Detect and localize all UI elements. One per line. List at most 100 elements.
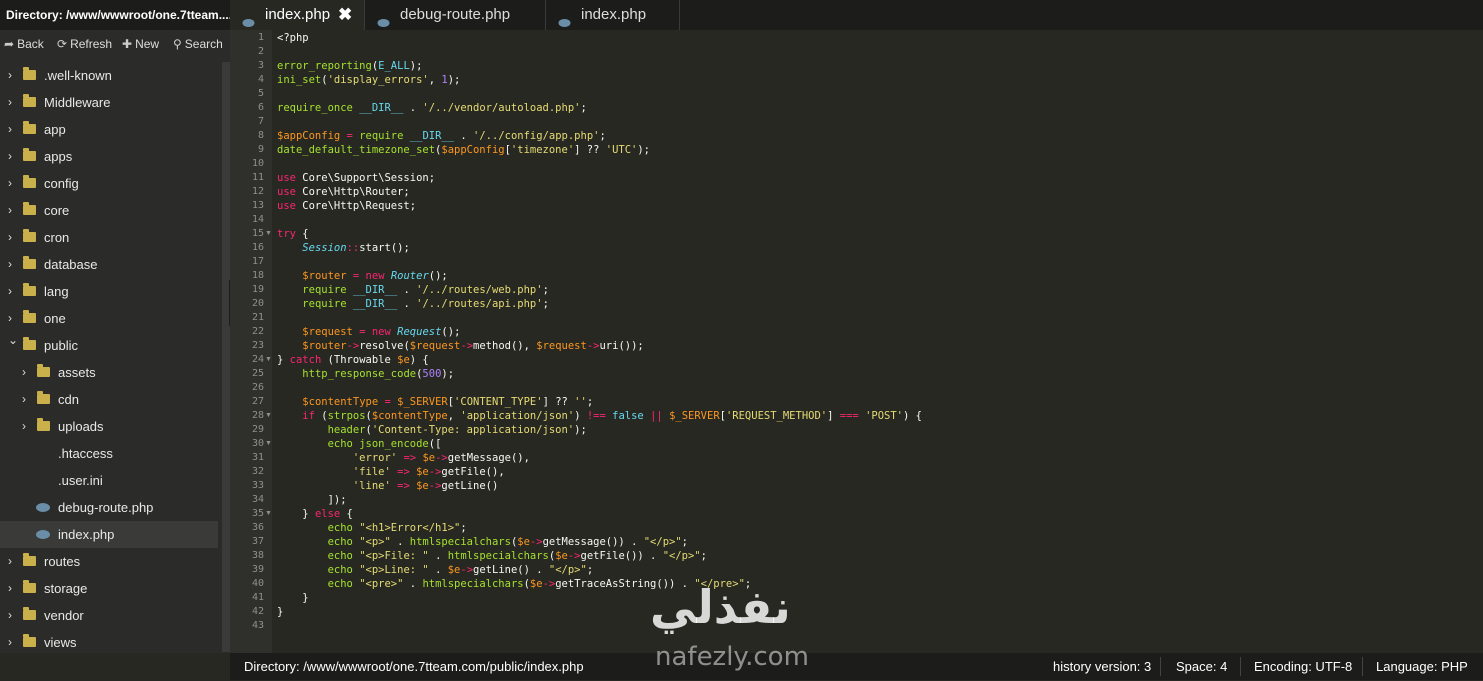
code-token: 'line' <box>352 480 391 492</box>
chevron-right-icon[interactable]: › <box>8 116 18 143</box>
status-encoding[interactable]: Encoding: UTF-8 <box>1254 653 1352 680</box>
code-token: echo <box>327 536 353 548</box>
code-token: . <box>397 284 417 296</box>
tree-item[interactable]: › apps <box>0 143 218 170</box>
refresh-icon: ⟳ <box>57 37 68 51</box>
tree-item[interactable]: › storage <box>0 575 218 602</box>
chevron-right-icon[interactable]: › <box>8 89 18 116</box>
tree-item[interactable]: index.php <box>0 521 218 548</box>
tree-item[interactable]: debug-route.php <box>0 494 218 521</box>
tree-item[interactable]: › one <box>0 305 218 332</box>
code-token: "<p>" <box>359 536 391 548</box>
tree-item[interactable]: › assets <box>0 359 218 386</box>
folder-icon <box>23 256 36 269</box>
tree-item[interactable]: › routes <box>0 548 218 575</box>
code-token: E_ALL <box>378 60 410 72</box>
line-number: 41 <box>251 592 264 603</box>
code-token: ; <box>586 564 594 576</box>
fold-toggle-icon[interactable]: ▼ <box>265 353 272 367</box>
chevron-right-icon[interactable]: › <box>22 386 32 413</box>
php-file-icon <box>377 9 390 38</box>
code-token: , <box>447 410 461 422</box>
status-language[interactable]: Language: PHP <box>1376 653 1468 680</box>
sidebar-scrollbar[interactable] <box>222 62 230 652</box>
close-tab-icon[interactable]: ✖ <box>338 0 352 29</box>
plus-icon: ✚ <box>122 37 133 51</box>
search-button[interactable]: ⚲ Search <box>173 30 223 58</box>
code-token: echo <box>327 438 353 450</box>
tree-item-label: views <box>44 635 77 650</box>
tree-item-label: index.php <box>58 527 115 542</box>
code-token: Core\Support\Session; <box>295 172 436 184</box>
code-token: !== <box>586 410 606 422</box>
tree-item[interactable]: .user.ini <box>0 467 218 494</box>
code-token: . <box>454 130 474 142</box>
line-number: 31 <box>251 452 264 463</box>
chevron-right-icon[interactable]: › <box>8 602 18 629</box>
tree-item[interactable]: › .well-known <box>0 62 218 89</box>
tree-item[interactable]: › cdn <box>0 386 218 413</box>
chevron-right-icon[interactable]: › <box>8 197 18 224</box>
tab-index-php[interactable]: index.php <box>546 0 680 30</box>
chevron-right-icon[interactable]: › <box>8 629 18 653</box>
chevron-right-icon[interactable]: › <box>22 359 32 386</box>
code-token: require <box>302 284 347 296</box>
code-line: } catch (Throwable $e) { <box>277 353 429 367</box>
tree-item[interactable]: › vendor <box>0 602 218 629</box>
tree-item[interactable]: › app <box>0 116 218 143</box>
code-token: { <box>295 228 309 240</box>
code-token: ; <box>700 550 707 562</box>
tab-index-php-active[interactable]: index.php ✖ <box>230 0 365 30</box>
chevron-right-icon[interactable]: › <box>8 278 18 305</box>
tree-item[interactable]: › cron <box>0 224 218 251</box>
code-token: '/../routes/web.php' <box>416 284 543 296</box>
tree-item[interactable]: .htaccess <box>0 440 218 467</box>
chevron-right-icon[interactable]: › <box>8 62 18 89</box>
new-button[interactable]: ✚ New <box>122 30 159 58</box>
tree-item[interactable]: › uploads <box>0 413 218 440</box>
fold-toggle-icon[interactable]: ▼ <box>265 227 272 241</box>
tree-item[interactable]: › lang <box>0 278 218 305</box>
chevron-right-icon[interactable]: › <box>22 413 32 440</box>
chevron-right-icon[interactable]: › <box>8 143 18 170</box>
chevron-right-icon[interactable]: › <box>8 548 18 575</box>
tab-debug-route-php[interactable]: debug-route.php <box>365 0 546 30</box>
tree-item[interactable]: › config <box>0 170 218 197</box>
chevron-right-icon[interactable]: › <box>8 224 18 251</box>
fold-toggle-icon[interactable]: ▼ <box>265 409 272 423</box>
code-line: try { <box>277 227 309 241</box>
line-number: 13 <box>251 200 264 211</box>
tree-item-label: lang <box>44 284 69 299</box>
chevron-right-icon[interactable]: › <box>8 170 18 197</box>
tree-item[interactable]: › core <box>0 197 218 224</box>
tree-item[interactable]: › Middleware <box>0 89 218 116</box>
back-label: Back <box>17 37 44 51</box>
fold-toggle-icon[interactable]: ▼ <box>265 507 272 521</box>
code-token: http_response_code <box>302 368 417 380</box>
code-token: -> <box>586 340 600 352</box>
status-space[interactable]: Space: 4 <box>1176 653 1227 680</box>
code-line: $router->resolve($request->method(), $re… <box>277 339 643 353</box>
code-line: echo "<h1>Error</h1>"; <box>277 521 467 535</box>
back-button[interactable]: ➦ Back <box>4 30 44 58</box>
code-token: $e <box>416 466 429 478</box>
code-token: -> <box>542 578 556 590</box>
tree-item[interactable]: ⌄ public <box>0 332 218 359</box>
code-token: . <box>403 102 423 114</box>
code-token: , <box>428 74 442 86</box>
code-token: ); <box>574 424 587 436</box>
watermark-url: nafezly.com <box>655 642 809 672</box>
tree-item-label: storage <box>44 581 88 596</box>
chevron-right-icon[interactable]: › <box>8 251 18 278</box>
tree-item[interactable]: › views <box>0 629 218 653</box>
refresh-button[interactable]: ⟳ Refresh <box>57 30 112 58</box>
status-history-version[interactable]: history version: 3 <box>1053 653 1151 680</box>
code-token: "<h1>Error</h1>" <box>359 522 461 534</box>
fold-toggle-icon[interactable]: ▼ <box>265 437 272 451</box>
chevron-right-icon[interactable]: › <box>8 575 18 602</box>
tree-item[interactable]: › database <box>0 251 218 278</box>
chevron-down-icon[interactable]: ⌄ <box>8 327 18 354</box>
